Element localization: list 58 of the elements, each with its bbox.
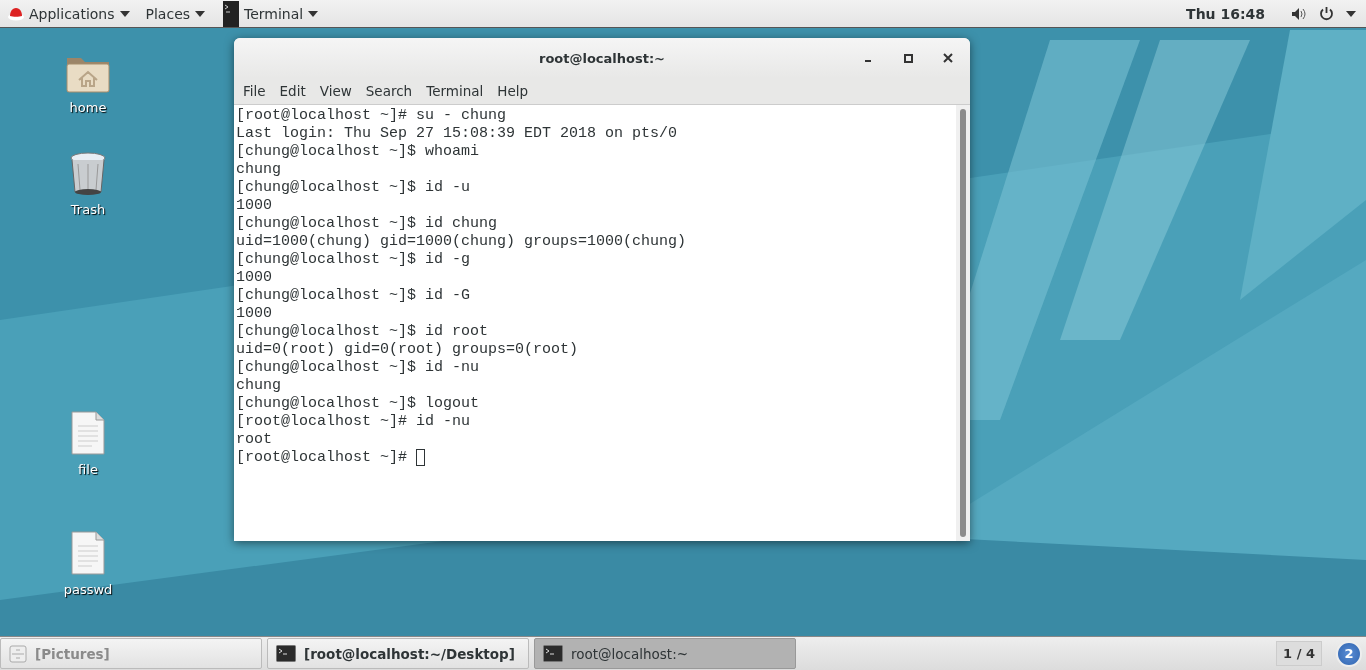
menu-item[interactable]: View [312,78,359,104]
terminal-icon [276,645,296,662]
icon-label: file [78,462,98,477]
caret-icon [119,10,130,17]
terminal-line: [root@localhost ~]# id -nu [236,413,472,431]
terminal-line: [chung@localhost ~]$ id chung [236,215,499,233]
terminal-line: 1000 [236,305,273,323]
window-title: root@localhost:~ [538,50,665,66]
caret-icon [308,10,319,17]
terminal-line: [chung@localhost ~]$ id -g [236,251,472,269]
terminal-line: [chung@localhost ~]$ whoami [236,143,481,161]
terminal-line: [chung@localhost ~]$ id -u [236,179,472,197]
document-icon[interactable] [70,530,106,576]
hat-logo-icon [8,6,24,21]
terminal-line: 1000 [236,269,273,287]
taskbar-item[interactable]: [root@localhost:~/Desktop] [267,638,529,669]
top-bar-menu[interactable]: Places [137,0,214,27]
top-bar-menu[interactable]: Terminal [223,0,327,27]
menu-item[interactable]: Edit [272,78,313,104]
terminal-line: uid=1000(chung) gid=1000(chung) groups=1000(chung) [236,233,688,251]
menu-item[interactable]: File [236,78,273,104]
terminal-line: 1000 [236,197,273,215]
top-bar-menu[interactable]: Applications [0,0,138,27]
caret-icon [1346,10,1356,17]
terminal-icon [223,0,240,27]
terminal-line: [chung@localhost ~]$ logout [236,395,481,413]
terminal-line: [root@localhost ~]# su - chung [236,107,508,125]
terminal-line: [chung@localhost ~]$ id root [236,323,490,341]
document-icon[interactable] [70,410,106,456]
notification-badge[interactable]: 2 [1336,640,1362,667]
taskbar-item[interactable]: root@localhost:~ [534,638,796,669]
terminal-line: [root@localhost ~]# [236,449,956,467]
scrollbar-thumb[interactable] [960,109,966,537]
terminal-line: chung [236,161,282,179]
file-cabinet-icon [9,644,27,663]
trash-icon[interactable] [68,150,108,196]
icon-label: Trash [70,202,106,217]
terminal-line: chung [236,377,282,395]
terminal-line: root [236,431,273,449]
close-icon [943,53,953,63]
workspace-switcher[interactable]: 1 / 4 [1276,641,1322,666]
cursor-icon [416,449,426,466]
menu-item[interactable]: Terminal [419,78,491,104]
power-icon[interactable] [1319,6,1334,21]
clock[interactable]: Thu 16:48 [1186,5,1265,22]
scrollbar[interactable] [956,105,970,541]
icon-label: home [69,100,107,115]
terminal-line: [chung@localhost ~]$ id -nu [236,359,481,377]
menu-item[interactable]: Search [358,78,420,104]
menu-item[interactable]: Help [490,78,536,104]
terminal-line: [chung@localhost ~]$ id -G [236,287,472,305]
caret-icon [195,10,206,17]
terminal-line: uid=0(root) gid=0(root) groups=0(root) [236,341,580,359]
icon-label: passwd [63,582,113,597]
terminal-icon [543,645,563,662]
terminal-line: Last login: Thu Sep 27 15:08:39 EDT 2018 on pts/0 [236,125,679,143]
volume-icon[interactable] [1291,6,1307,21]
maximize-icon [903,53,913,63]
